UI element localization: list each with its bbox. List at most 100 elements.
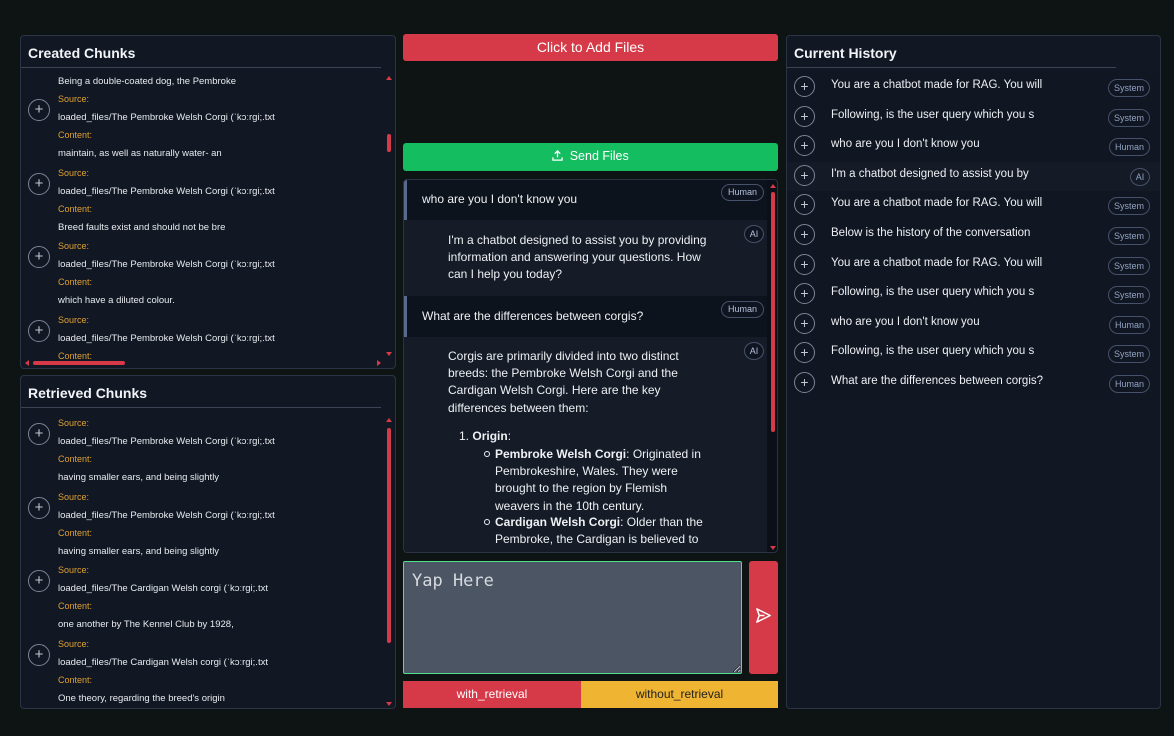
history-row[interactable]: + who are you I don't know you Human (787, 132, 1160, 161)
bullet-text: : Originated in (626, 447, 701, 461)
list-colon: : (507, 429, 512, 443)
add-history-button[interactable]: + (794, 253, 815, 275)
history-text: Following, is the user query which you s (831, 345, 1035, 358)
add-history-button[interactable]: + (794, 312, 815, 334)
message-input[interactable] (403, 561, 742, 674)
list-heading: Origin (472, 429, 508, 443)
chunk-source-path: loaded_files/The Cardigan Welsh corgi (ˈ… (58, 656, 268, 668)
role-badge: AI (1130, 167, 1150, 186)
role-badge: AI (744, 342, 764, 360)
add-chunk-button[interactable]: + (28, 643, 50, 666)
role-badge: AI (744, 225, 764, 243)
add-history-button[interactable]: + (794, 224, 815, 245)
with-retrieval-button[interactable]: with_retrieval (403, 681, 581, 708)
scroll-right-arrow-icon[interactable] (377, 360, 381, 366)
role-badge: System (1107, 256, 1150, 275)
history-row[interactable]: + Below is the history of the conversatio… (787, 221, 1160, 250)
chunk-content-text: which have a diluted colour. (58, 295, 175, 306)
history-text: Following, is the user query which you s (831, 286, 1035, 299)
message-line: Corgis are primarily divided into two di… (448, 349, 679, 363)
scroll-down-arrow-icon[interactable] (770, 546, 776, 550)
history-row[interactable]: + Following, is the user query which you … (787, 339, 1160, 368)
history-row[interactable]: + What are the differences between corgis… (787, 369, 1160, 398)
ordered-list-item: 1. Origin: (459, 429, 511, 443)
role-badge: Human (720, 301, 764, 318)
role-badge: System (1107, 108, 1150, 127)
send-message-button[interactable] (749, 561, 778, 674)
add-history-button[interactable]: + (794, 164, 815, 186)
history-row[interactable]: + Following, is the user query which you … (787, 280, 1160, 309)
chunk-source-path: loaded_files/The Pembroke Welsh Corgi (ˈ… (58, 112, 275, 123)
scroll-up-arrow-icon[interactable] (386, 418, 392, 422)
history-row[interactable]: + You are a chatbot made for RAG. You wil… (787, 73, 1160, 102)
history-text: who are you I don't know you (831, 138, 980, 151)
add-files-button[interactable]: Click to Add Files (403, 34, 778, 61)
history-list: + You are a chatbot made for RAG. You wil… (787, 73, 1160, 403)
chunk-content-text: one another by The Kennel Club by 1928, (58, 619, 234, 630)
send-files-button[interactable]: Send Files (403, 143, 778, 171)
add-chunk-button[interactable]: + (28, 423, 50, 445)
message-text: who are you I don't know you (422, 192, 578, 206)
vertical-scrollbar[interactable] (385, 416, 393, 708)
chunk-source-path: loaded_files/The Cardigan Welsh corgi (ˈ… (58, 583, 268, 594)
history-text: You are a chatbot made for RAG. You will (831, 197, 1043, 210)
history-row[interactable]: + Following, is the user query which you … (787, 103, 1160, 132)
chunk-source-label: Source: (58, 638, 90, 649)
add-chunk-button[interactable]: + (28, 496, 50, 519)
bullet-icon (484, 451, 490, 457)
bullet-text: : Older than the (620, 515, 703, 529)
chunk-content-label: Content: (58, 674, 93, 685)
retrieved-chunks-title: Retrieved Chunks (28, 385, 148, 401)
scroll-thumb[interactable] (33, 361, 125, 365)
created-chunks-title: Created Chunks (28, 45, 136, 61)
chunk-content-text: having smaller ears, and being slightly (58, 545, 220, 557)
add-history-button[interactable]: + (794, 342, 815, 364)
add-history-button[interactable]: + (794, 283, 815, 305)
add-chunk-button[interactable]: + (28, 172, 50, 195)
add-chunk-button[interactable]: + (28, 319, 50, 342)
vertical-scrollbar[interactable] (385, 74, 393, 358)
role-badge: Human (1108, 315, 1150, 334)
history-row[interactable]: + You are a chatbot made for RAG. You wil… (787, 251, 1160, 280)
role-badge: System (1107, 345, 1150, 364)
scroll-left-arrow-icon[interactable] (25, 360, 29, 366)
bullet-line: Pembroke, the Cardigan is believed to (495, 532, 699, 547)
without-retrieval-button[interactable]: without_retrieval (581, 681, 778, 708)
add-chunk-button[interactable]: + (28, 246, 50, 268)
message-text: I'm a chatbot designed to assist you by … (448, 232, 706, 284)
current-history-panel: Current History + You are a chatbot made … (786, 35, 1161, 709)
role-badge: System (1107, 197, 1150, 216)
add-history-button[interactable]: + (794, 372, 815, 393)
chat-message-human: What are the differences between corgis?… (404, 296, 767, 337)
horizontal-scrollbar[interactable] (25, 360, 381, 366)
scroll-up-arrow-icon[interactable] (770, 184, 776, 188)
chunk-content-text: Being a double-coated dog, the Pembroke (58, 76, 236, 87)
scroll-down-arrow-icon[interactable] (386, 702, 392, 706)
add-history-button[interactable]: + (794, 105, 815, 127)
scroll-thumb[interactable] (387, 428, 391, 643)
role-badge: Human (1108, 375, 1150, 393)
created-chunks-panel: Created Chunks Being a double-coated dog… (20, 35, 396, 369)
chat-message-ai: Corgis are primarily divided into two di… (404, 337, 767, 552)
scroll-down-arrow-icon[interactable] (386, 352, 392, 356)
history-row[interactable]: + I'm a chatbot designed to assist you by… (787, 161, 1160, 191)
add-history-button[interactable]: + (794, 76, 815, 97)
add-chunk-button[interactable]: + (28, 99, 50, 121)
chunk-source-label: Source: (58, 491, 90, 502)
vertical-scrollbar[interactable] (769, 182, 777, 552)
history-row[interactable]: + who are you I don't know you Human (787, 310, 1160, 339)
scroll-thumb[interactable] (387, 134, 391, 152)
chunk-content-text: Breed faults exist and should not be bre (58, 221, 226, 233)
add-history-button[interactable]: + (794, 135, 815, 157)
scroll-up-arrow-icon[interactable] (386, 76, 392, 80)
chunk-source-label: Source: (58, 314, 90, 325)
message-text: Corgis are primarily divided into two di… (448, 348, 679, 417)
add-history-button[interactable]: + (794, 194, 815, 216)
bullet-item: Cardigan Welsh Corgi: Older than the Pem… (495, 514, 703, 548)
chunk-content-label: Content: (58, 130, 93, 140)
history-text: Below is the history of the conversation (831, 227, 1031, 239)
scroll-thumb[interactable] (771, 192, 775, 432)
history-row[interactable]: + You are a chatbot made for RAG. You wil… (787, 191, 1160, 220)
add-chunk-button[interactable]: + (28, 570, 50, 592)
role-badge: Human (1108, 138, 1150, 157)
